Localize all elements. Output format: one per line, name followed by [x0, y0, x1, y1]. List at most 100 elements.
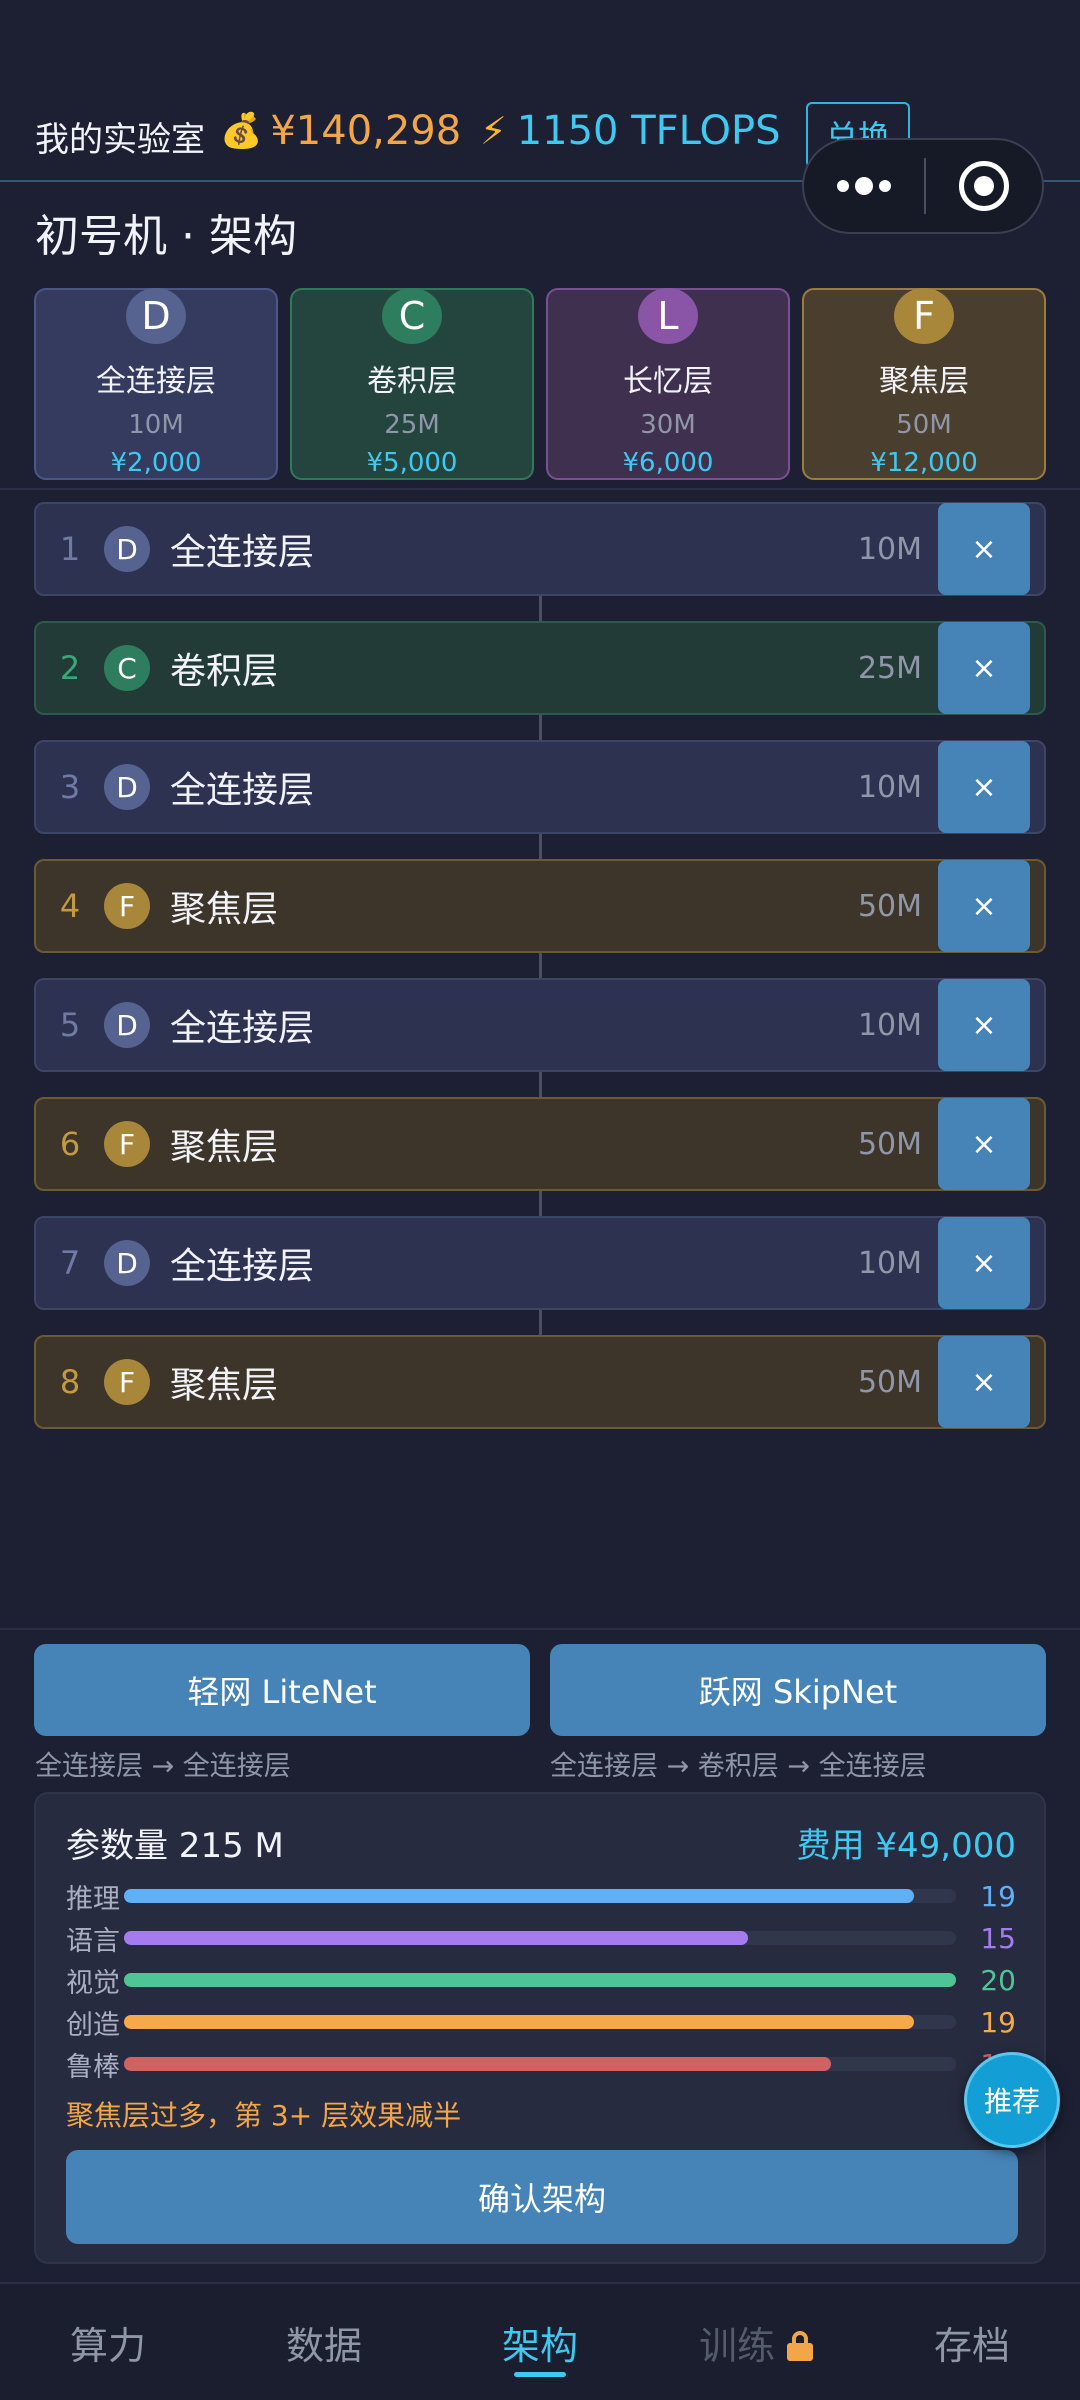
preset-litenet-desc: 全连接层 → 全连接层 — [35, 1751, 291, 1782]
layer-name: 全连接层 — [170, 532, 315, 573]
preset-skipnet-desc: 全连接层 → 卷积层 → 全连接层 — [550, 1751, 927, 1782]
compute-value: 1150 TFLOPS — [516, 108, 781, 154]
layer-index: 1 — [59, 530, 81, 568]
nav-tab[interactable]: 训练 — [648, 2284, 864, 2400]
palette-card-size: 50M — [896, 410, 952, 440]
layer-name: 全连接层 — [170, 1246, 315, 1287]
close-mini-program-icon[interactable] — [926, 161, 1042, 211]
delete-layer-button[interactable]: × — [938, 1217, 1030, 1309]
layer-row[interactable]: 8 F 聚焦层 50M × — [34, 1335, 1046, 1429]
stat-bar-track — [124, 1973, 956, 1987]
palette-card-size: 25M — [384, 410, 440, 440]
layer-type-badge: D — [104, 1240, 150, 1286]
palette-card[interactable]: D 全连接层 10M ¥2,000 — [34, 288, 278, 480]
palette-card-price: ¥2,000 — [110, 448, 202, 478]
stat-value: 15 — [980, 1921, 1016, 1955]
stat-value: 19 — [980, 2005, 1016, 2039]
stat-bar-track — [124, 2057, 956, 2071]
layer-size: 10M — [857, 531, 922, 567]
stat-row: 创造 19 — [66, 2002, 1026, 2042]
recommend-button[interactable]: 推荐 — [964, 2052, 1060, 2148]
stat-name: 创造 — [66, 2009, 120, 2041]
confirm-architecture-button[interactable]: 确认架构 — [66, 2150, 1018, 2244]
layer-type-badge: L — [638, 288, 698, 344]
layer-type-badge: F — [104, 1121, 150, 1167]
layer-connector — [539, 715, 542, 740]
layer-index: 3 — [59, 768, 81, 806]
mini-program-capsule — [802, 138, 1044, 234]
nav-tab[interactable]: 数据 — [216, 2284, 432, 2400]
layer-row[interactable]: 2 C 卷积层 25M × — [34, 621, 1046, 715]
layer-index: 6 — [59, 1125, 81, 1163]
layer-row[interactable]: 1 D 全连接层 10M × — [34, 502, 1046, 596]
compute-display: ⚡ 1150 TFLOPS — [480, 108, 781, 154]
nav-tab-label: 存档 — [933, 2323, 1010, 2368]
layer-connector — [539, 834, 542, 859]
stat-bar-track — [124, 1889, 956, 1903]
stat-name: 视觉 — [66, 1967, 120, 1999]
layer-type-badge: D — [104, 1002, 150, 1048]
layer-type-badge: F — [104, 883, 150, 929]
stat-bar-fill — [124, 1931, 748, 1945]
stat-bar-fill — [124, 1973, 956, 1987]
stat-value: 20 — [980, 1963, 1016, 1997]
delete-layer-button[interactable]: × — [938, 979, 1030, 1071]
layer-size: 10M — [857, 1245, 922, 1281]
nav-tab[interactable]: 存档 — [864, 2284, 1080, 2400]
stat-name: 推理 — [66, 1883, 120, 1915]
layer-connector — [539, 1191, 542, 1216]
delete-layer-button[interactable]: × — [938, 1098, 1030, 1190]
delete-layer-button[interactable]: × — [938, 622, 1030, 714]
layer-index: 8 — [59, 1363, 81, 1401]
lightning-icon: ⚡ — [480, 109, 507, 153]
stat-name: 鲁棒 — [66, 2051, 120, 2083]
nav-tab-label: 算力 — [69, 2323, 146, 2368]
nav-tab[interactable]: 架构 — [432, 2284, 648, 2400]
nav-tab[interactable]: 算力 — [0, 2284, 216, 2400]
layer-row[interactable]: 4 F 聚焦层 50M × — [34, 859, 1046, 953]
palette-card[interactable]: F 聚焦层 50M ¥12,000 — [802, 288, 1046, 480]
layer-type-badge: D — [104, 764, 150, 810]
layer-name: 全连接层 — [170, 1008, 315, 1049]
layer-name: 聚焦层 — [170, 1365, 279, 1406]
delete-layer-button[interactable]: × — [938, 1336, 1030, 1428]
money-display: 💰 ¥140,298 — [220, 108, 461, 154]
param-count: 参数量 215 M — [66, 1826, 284, 1866]
stat-row: 语言 15 — [66, 1918, 1026, 1958]
layer-palette: D 全连接层 10M ¥2,000 C 卷积层 25M ¥5,000 L 长忆层 30M ¥6,000… — [34, 288, 1046, 480]
page-title: 初号机 · 架构 — [35, 211, 297, 262]
money-bag-icon: 💰 — [220, 111, 263, 151]
layer-size: 50M — [857, 1126, 922, 1162]
layer-type-badge: F — [894, 288, 954, 344]
layer-name: 全连接层 — [170, 770, 315, 811]
layer-name: 聚焦层 — [170, 1127, 279, 1168]
nav-tab-label: 架构 — [501, 2323, 578, 2368]
layer-row[interactable]: 5 D 全连接层 10M × — [34, 978, 1046, 1072]
preset-litenet-button[interactable]: 轻网 LiteNet — [34, 1644, 530, 1736]
layer-name: 卷积层 — [170, 651, 279, 692]
more-options-icon[interactable] — [804, 177, 924, 195]
nav-tab-label: 数据 — [285, 2323, 362, 2368]
layer-connector — [539, 953, 542, 978]
delete-layer-button[interactable]: × — [938, 741, 1030, 833]
layer-row[interactable]: 3 D 全连接层 10M × — [34, 740, 1046, 834]
bottom-nav: 算力 数据 架构 训练 存档 — [0, 2282, 1080, 2400]
layer-index: 4 — [59, 887, 81, 925]
lab-title: 我的实验室 — [35, 120, 205, 160]
delete-layer-button[interactable]: × — [938, 860, 1030, 952]
delete-layer-button[interactable]: × — [938, 503, 1030, 595]
stat-name: 语言 — [66, 1925, 120, 1957]
layer-type-badge: F — [104, 1359, 150, 1405]
active-tab-indicator — [514, 2372, 566, 2377]
layer-row[interactable]: 7 D 全连接层 10M × — [34, 1216, 1046, 1310]
palette-card-name: 聚焦层 — [879, 364, 969, 399]
summary-panel: 参数量 215 M 费用 ¥49,000 推理 19 语言 15 视觉 20 创造 19 鲁棒1… — [34, 1792, 1046, 2264]
preset-skipnet-button[interactable]: 跃网 SkipNet — [550, 1644, 1046, 1736]
divider — [0, 1628, 1080, 1630]
stat-bar-fill — [124, 2057, 832, 2071]
lock-icon — [787, 2331, 813, 2361]
palette-card[interactable]: L 长忆层 30M ¥6,000 — [546, 288, 790, 480]
layer-row[interactable]: 6 F 聚焦层 50M × — [34, 1097, 1046, 1191]
palette-card[interactable]: C 卷积层 25M ¥5,000 — [290, 288, 534, 480]
palette-card-name: 全连接层 — [96, 364, 216, 399]
